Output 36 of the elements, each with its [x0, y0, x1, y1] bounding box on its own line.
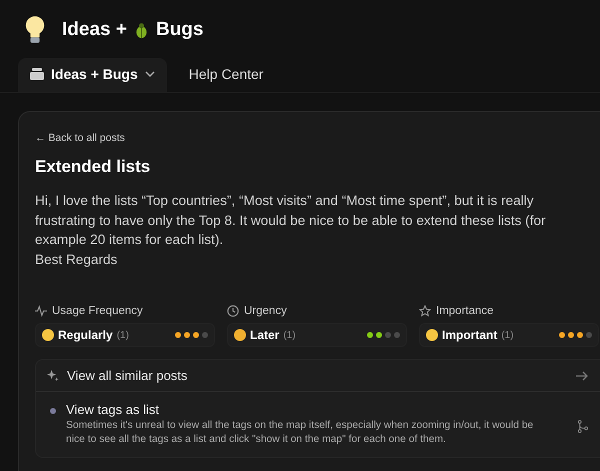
emoji-icon [42, 329, 54, 341]
site-title: Ideas + [62, 19, 127, 41]
site-title: Bugs [156, 19, 204, 41]
post-paragraph: Hi, I love the lists “Top countries”, “Most visits” and “Most time spent”, but it is really frustrating to have only the Top 8. It would be nice to be able to extend these lists (for example 20 items for each list). [35, 192, 547, 249]
nav-tab[interactable]: Ideas + Bugs [18, 58, 167, 92]
metric-chip[interactable]: Regularly (1) [35, 323, 215, 347]
metric-count: (1) [283, 330, 296, 340]
bullet-dot [50, 408, 56, 414]
metric-count: (1) [501, 330, 514, 340]
similar-post-description: Sometimes it's unreal to view all the tags on the map itself, especially when zooming in/out, it would be nice to see all the tags as a list and click "show it on the map" for each one of them. [66, 419, 534, 447]
metric-label: Usage Frequency [52, 305, 143, 317]
metric-chip[interactable]: Later (1) [227, 323, 407, 347]
metric-value: Important [442, 328, 498, 342]
arrow-right-icon [576, 370, 588, 380]
nav-tab[interactable]: Help Center [176, 58, 276, 92]
similar-post-title[interactable]: View tags as list [66, 402, 545, 417]
back-link[interactable]: ← Back to all posts [35, 132, 125, 144]
star-icon [419, 305, 431, 317]
emoji-icon [426, 329, 438, 341]
metric-chip[interactable]: Important (1) [419, 323, 599, 347]
post-paragraph: Best Regards [35, 250, 118, 269]
metric-value: Later [250, 328, 280, 342]
metric-label: Urgency [244, 305, 287, 317]
emoji-icon [234, 329, 246, 341]
similar-posts-link[interactable]: View all similar posts [36, 360, 600, 392]
post-title: Extended lists [35, 157, 152, 177]
sparkle-icon [46, 369, 59, 382]
metric-label: Importance [436, 305, 494, 317]
metric-value: Regularly [58, 328, 113, 342]
chevron-down-icon [144, 71, 155, 77]
metric-count: (1) [116, 330, 129, 340]
pulse-icon [35, 305, 47, 317]
branch-icon[interactable] [577, 420, 588, 433]
stack-icon [30, 68, 44, 80]
light-bulb-icon [24, 15, 46, 45]
clock-icon [227, 305, 239, 317]
